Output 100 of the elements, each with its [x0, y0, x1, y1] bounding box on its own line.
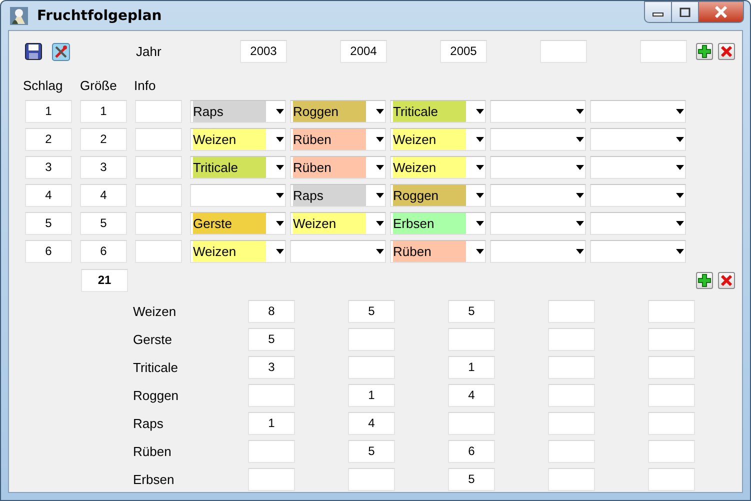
delete-button[interactable] — [718, 272, 735, 289]
crop-dropdown[interactable] — [290, 240, 386, 263]
maximize-button[interactable] — [671, 1, 699, 23]
crop-dropdown[interactable]: Roggen — [290, 100, 386, 123]
size-field[interactable]: 2 — [80, 128, 127, 151]
field-number[interactable]: 6 — [25, 240, 72, 263]
count-field[interactable]: 1 — [348, 384, 395, 407]
crop-dropdown[interactable]: Rüben — [390, 240, 486, 263]
crop-dropdown[interactable] — [490, 184, 586, 207]
delete-button[interactable] — [718, 43, 735, 60]
crop-dropdown[interactable] — [590, 156, 686, 179]
field-number[interactable]: 2 — [25, 128, 72, 151]
count-field[interactable]: 4 — [348, 412, 395, 435]
crop-dropdown[interactable]: Triticale — [190, 156, 286, 179]
crop-dropdown[interactable] — [490, 240, 586, 263]
count-field[interactable] — [548, 440, 595, 463]
count-field[interactable] — [648, 468, 695, 491]
count-field[interactable] — [548, 328, 595, 351]
crop-dropdown[interactable] — [490, 128, 586, 151]
caret-icon — [476, 165, 484, 170]
crop-dropdown[interactable]: Triticale — [390, 100, 486, 123]
crop-dropdown[interactable] — [190, 184, 286, 207]
count-field[interactable] — [648, 356, 695, 379]
size-field[interactable]: 4 — [80, 184, 127, 207]
crop-dropdown[interactable]: Weizen — [190, 240, 286, 263]
count-field[interactable] — [248, 440, 295, 463]
crop-dropdown[interactable] — [490, 100, 586, 123]
count-field[interactable]: 5 — [348, 440, 395, 463]
count-field[interactable]: 5 — [348, 300, 395, 323]
crop-dropdown[interactable]: Raps — [190, 100, 286, 123]
add-button[interactable] — [696, 43, 713, 60]
count-field[interactable] — [648, 412, 695, 435]
size-field[interactable]: 1 — [80, 100, 127, 123]
count-field[interactable] — [248, 384, 295, 407]
year-field[interactable]: 2004 — [340, 40, 387, 63]
count-field[interactable]: 5 — [448, 300, 495, 323]
year-field[interactable] — [640, 40, 687, 63]
count-field[interactable] — [348, 356, 395, 379]
field-number[interactable]: 3 — [25, 156, 72, 179]
add-button[interactable] — [696, 272, 713, 289]
field-number[interactable]: 4 — [25, 184, 72, 207]
count-field[interactable] — [548, 356, 595, 379]
count-field[interactable] — [548, 384, 595, 407]
count-field[interactable]: 3 — [248, 356, 295, 379]
count-field[interactable] — [648, 300, 695, 323]
info-field[interactable] — [135, 212, 182, 235]
crop-dropdown[interactable]: Weizen — [390, 128, 486, 151]
plus-icon — [698, 274, 711, 287]
info-field[interactable] — [135, 156, 182, 179]
crop-dropdown[interactable]: Weizen — [190, 128, 286, 151]
count-field[interactable]: 1 — [448, 356, 495, 379]
crop-dropdown[interactable]: Rüben — [290, 156, 386, 179]
count-field[interactable]: 6 — [448, 440, 495, 463]
minimize-button[interactable] — [644, 1, 672, 23]
crop-dropdown[interactable] — [590, 100, 686, 123]
crop-dropdown[interactable] — [590, 184, 686, 207]
crop-dropdown[interactable]: Roggen — [390, 184, 486, 207]
crop-dropdown[interactable]: Weizen — [290, 212, 386, 235]
crop-dropdown[interactable]: Rüben — [290, 128, 386, 151]
field-number[interactable]: 1 — [25, 100, 72, 123]
info-field[interactable] — [135, 184, 182, 207]
tools-icon[interactable] — [52, 42, 70, 60]
count-field[interactable] — [348, 468, 395, 491]
count-field[interactable] — [348, 328, 395, 351]
crop-dropdown[interactable]: Raps — [290, 184, 386, 207]
count-field[interactable]: 8 — [248, 300, 295, 323]
count-field[interactable] — [548, 412, 595, 435]
count-field[interactable] — [248, 468, 295, 491]
count-field[interactable]: 5 — [248, 328, 295, 351]
count-field[interactable] — [648, 384, 695, 407]
count-field[interactable] — [548, 468, 595, 491]
crop-dropdown[interactable]: Gerste — [190, 212, 286, 235]
year-field[interactable] — [540, 40, 587, 63]
count-field[interactable]: 5 — [448, 468, 495, 491]
size-field[interactable]: 5 — [80, 212, 127, 235]
crop-dropdown[interactable]: Weizen — [390, 156, 486, 179]
info-field[interactable] — [135, 240, 182, 263]
year-field[interactable]: 2005 — [440, 40, 487, 63]
crop-dropdown[interactable] — [590, 128, 686, 151]
count-field[interactable] — [648, 328, 695, 351]
year-field[interactable]: 2003 — [240, 40, 287, 63]
crop-dropdown[interactable] — [590, 212, 686, 235]
field-number[interactable]: 5 — [25, 212, 72, 235]
crop-dropdown[interactable] — [490, 156, 586, 179]
caret-icon — [376, 109, 384, 114]
info-field[interactable] — [135, 100, 182, 123]
crop-dropdown[interactable] — [490, 212, 586, 235]
save-icon[interactable] — [25, 43, 42, 60]
crop-dropdown[interactable]: Erbsen — [390, 212, 486, 235]
count-field[interactable] — [448, 412, 495, 435]
size-field[interactable]: 3 — [80, 156, 127, 179]
count-field[interactable] — [648, 440, 695, 463]
crop-dropdown[interactable] — [590, 240, 686, 263]
close-button[interactable] — [698, 1, 744, 23]
count-field[interactable] — [448, 328, 495, 351]
info-field[interactable] — [135, 128, 182, 151]
count-field[interactable] — [548, 300, 595, 323]
count-field[interactable]: 1 — [248, 412, 295, 435]
count-field[interactable]: 4 — [448, 384, 495, 407]
size-field[interactable]: 6 — [80, 240, 127, 263]
